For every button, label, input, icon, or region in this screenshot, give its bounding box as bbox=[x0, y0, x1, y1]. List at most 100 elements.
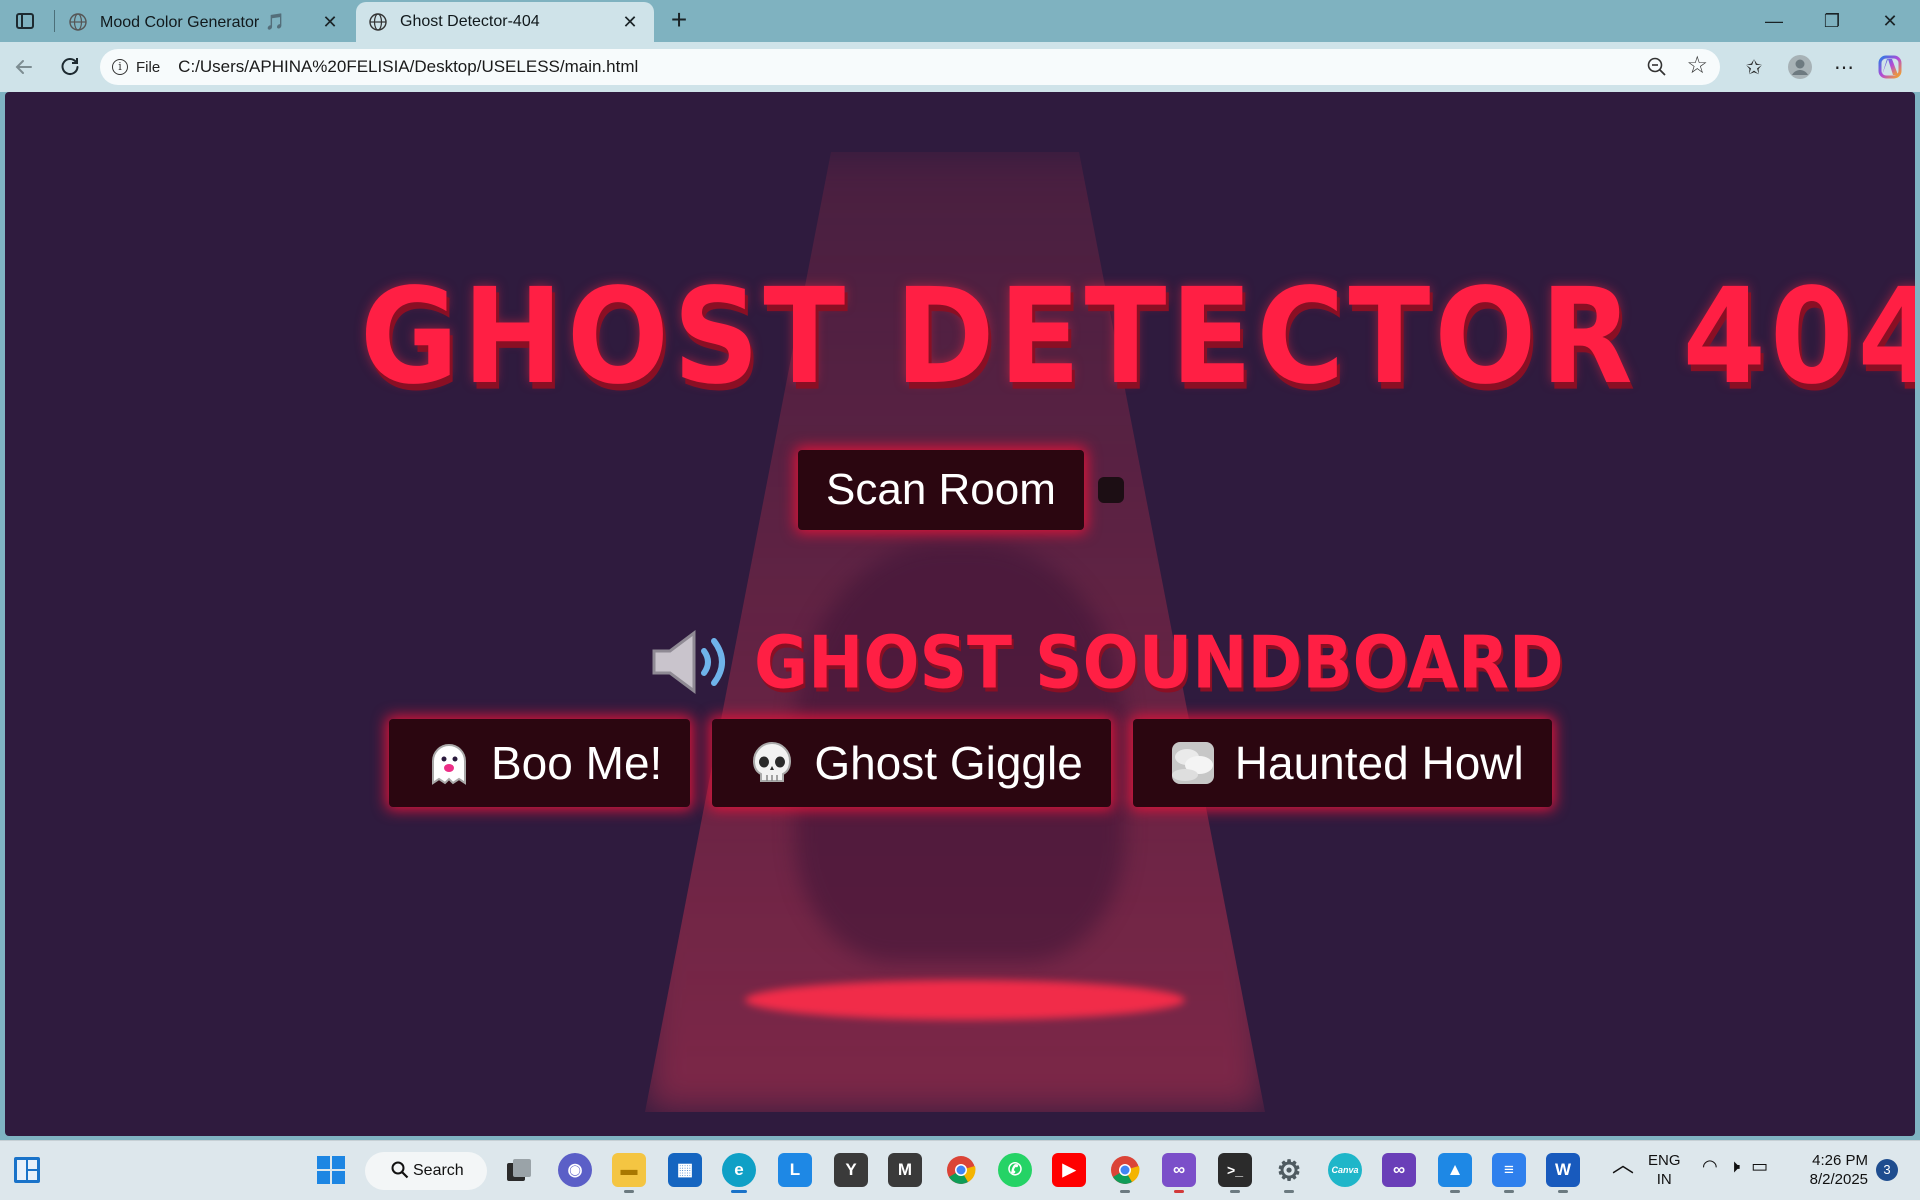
running-indicator bbox=[1558, 1190, 1568, 1193]
ghost-giggle-button[interactable]: Ghost Giggle bbox=[712, 719, 1111, 807]
running-indicator bbox=[1230, 1190, 1240, 1193]
language-code: ENG bbox=[1648, 1152, 1681, 1169]
y-app-button[interactable]: Y bbox=[834, 1153, 868, 1187]
running-indicator bbox=[1284, 1190, 1294, 1193]
minimize-button[interactable]: — bbox=[1752, 6, 1796, 36]
zoom-out-icon[interactable] bbox=[1646, 56, 1668, 78]
refresh-button[interactable] bbox=[54, 51, 86, 83]
active-indicator bbox=[731, 1190, 747, 1193]
copilot-icon bbox=[1878, 55, 1902, 79]
edge-button[interactable]: e bbox=[722, 1153, 756, 1193]
fog-emoji-icon bbox=[1171, 742, 1214, 784]
terminal-button[interactable]: >_ bbox=[1218, 1153, 1252, 1193]
youtube-button[interactable]: ▶ bbox=[1052, 1153, 1086, 1187]
sidebar-icon bbox=[16, 13, 34, 29]
y-app-icon: Y bbox=[845, 1160, 857, 1179]
edge-icon: e bbox=[734, 1160, 744, 1179]
browser-toolbar: i File C:/Users/APHINA%20FELISIA/Desktop… bbox=[0, 42, 1920, 92]
tab-ghost-detector[interactable]: Ghost Detector-404 ✕ bbox=[356, 2, 654, 42]
taskbar: Search ◉ ▬ ▦ e L Y M ✆ ▶ ∞ >_ ⚙ Canva ∞ … bbox=[0, 1140, 1920, 1200]
soundboard-header: GHOST SOUNDBOARD bbox=[650, 617, 1564, 707]
windows-icon bbox=[317, 1156, 345, 1184]
chrome-button[interactable] bbox=[944, 1153, 978, 1187]
address-bar[interactable]: i File C:/Users/APHINA%20FELISIA/Desktop… bbox=[100, 49, 1720, 85]
file-explorer-button[interactable]: ▬ bbox=[612, 1153, 646, 1193]
tab-mood-color-generator[interactable]: Mood Color Generator 🎵 ✕ bbox=[56, 2, 354, 42]
youtube-play-icon: ▶ bbox=[1062, 1160, 1076, 1179]
notepad-icon: ≡ bbox=[1504, 1160, 1514, 1179]
task-view-icon bbox=[507, 1159, 531, 1181]
profile-button[interactable] bbox=[1784, 51, 1816, 83]
tab-divider bbox=[54, 10, 55, 32]
word-button[interactable]: W bbox=[1546, 1153, 1580, 1193]
info-icon[interactable]: i bbox=[112, 59, 128, 75]
visual-studio-button[interactable]: ∞ bbox=[1162, 1153, 1196, 1193]
ellipsis-icon: ⋯ bbox=[1834, 56, 1854, 79]
notepad-button[interactable]: ≡ bbox=[1492, 1153, 1526, 1193]
l-app-button[interactable]: L bbox=[778, 1153, 812, 1187]
close-tab-icon[interactable]: ✕ bbox=[620, 12, 640, 33]
avatar bbox=[1788, 55, 1812, 79]
sound-button-label: Haunted Howl bbox=[1234, 737, 1524, 789]
clock[interactable]: 4:26 PM 8/2/2025 bbox=[1804, 1151, 1868, 1189]
globe-icon bbox=[69, 13, 87, 31]
back-arrow-icon bbox=[15, 60, 32, 74]
scan-status-indicator bbox=[1097, 477, 1124, 503]
show-hidden-icons-button[interactable]: ︿ bbox=[1612, 1152, 1635, 1177]
quick-settings-button[interactable]: ◠ 🕨 ▭ bbox=[1702, 1157, 1768, 1176]
whatsapp-icon: ✆ bbox=[1007, 1160, 1023, 1179]
running-indicator bbox=[1504, 1190, 1514, 1193]
soundboard-buttons: Boo Me! Ghost Giggle Haunted Howl bbox=[389, 719, 1574, 807]
taskbar-search[interactable]: Search bbox=[365, 1152, 487, 1190]
copilot-button[interactable] bbox=[1874, 51, 1906, 83]
favorite-star-icon[interactable]: ☆ bbox=[1686, 53, 1708, 79]
restore-button[interactable]: ❐ bbox=[1810, 6, 1854, 36]
more-menu-button[interactable]: ⋯ bbox=[1828, 51, 1860, 83]
gear-icon: ⚙ bbox=[1276, 1154, 1302, 1186]
m-app-button[interactable]: M bbox=[888, 1153, 922, 1187]
start-button[interactable] bbox=[314, 1153, 348, 1187]
region-code: IN bbox=[1656, 1171, 1672, 1188]
url-text[interactable]: C:/Users/APHINA%20FELISIA/Desktop/USELES… bbox=[178, 57, 638, 77]
store-bag-icon: ▦ bbox=[676, 1160, 694, 1179]
favorites-button[interactable]: ✩ bbox=[1738, 51, 1770, 83]
haunted-howl-button[interactable]: Haunted Howl bbox=[1132, 719, 1552, 807]
task-view-button[interactable] bbox=[502, 1153, 536, 1187]
boo-me-button[interactable]: Boo Me! bbox=[389, 719, 691, 807]
running-indicator bbox=[624, 1190, 634, 1193]
back-button[interactable] bbox=[8, 51, 40, 83]
widgets-button[interactable] bbox=[10, 1153, 44, 1187]
scan-room-button[interactable]: Scan Room bbox=[798, 450, 1084, 530]
wifi-icon: ◠ bbox=[1702, 1156, 1718, 1176]
chrome-profile-button[interactable] bbox=[1108, 1153, 1142, 1193]
visual-studio-2-button[interactable]: ∞ bbox=[1382, 1153, 1416, 1187]
search-label: Search bbox=[413, 1162, 464, 1179]
refresh-icon bbox=[61, 58, 79, 76]
tab-title: Ghost Detector-404 bbox=[400, 13, 540, 30]
chrome-icon bbox=[947, 1156, 976, 1184]
close-window-button[interactable]: ✕ bbox=[1868, 6, 1912, 36]
language-indicator[interactable]: ENG IN bbox=[1648, 1151, 1681, 1189]
canva-button[interactable]: Canva bbox=[1328, 1153, 1362, 1187]
teams-chat-button[interactable]: ◉ bbox=[558, 1153, 592, 1187]
close-tab-icon[interactable]: ✕ bbox=[320, 12, 340, 33]
new-tab-button[interactable]: + bbox=[664, 6, 694, 36]
tab-actions-button[interactable] bbox=[10, 8, 40, 34]
running-indicator bbox=[1120, 1190, 1130, 1193]
header: GHOST DETECTOR 404 bbox=[300, 247, 1915, 427]
chat-icon: ◉ bbox=[567, 1160, 583, 1179]
speaker-icon bbox=[652, 630, 725, 694]
tab-title: Mood Color Generator 🎵 bbox=[100, 14, 286, 31]
whatsapp-button[interactable]: ✆ bbox=[998, 1153, 1032, 1187]
volume-muted-icon: 🕨 bbox=[1728, 1156, 1741, 1176]
search-icon bbox=[391, 1161, 409, 1179]
chevron-up-icon: ︿ bbox=[1612, 1152, 1635, 1177]
store-button[interactable]: ▦ bbox=[668, 1153, 702, 1187]
photos-button[interactable]: ▲ bbox=[1438, 1153, 1472, 1193]
page-viewport: GHOST DETECTOR 404 Scan Room GHOST SOUND… bbox=[5, 92, 1915, 1136]
settings-button[interactable]: ⚙ bbox=[1272, 1153, 1306, 1193]
widgets-icon bbox=[14, 1157, 40, 1183]
notification-badge[interactable]: 3 bbox=[1876, 1159, 1898, 1181]
terminal-icon: >_ bbox=[1227, 1162, 1243, 1178]
tab-bar: Mood Color Generator 🎵 ✕ Ghost Detector-4… bbox=[0, 0, 1920, 42]
